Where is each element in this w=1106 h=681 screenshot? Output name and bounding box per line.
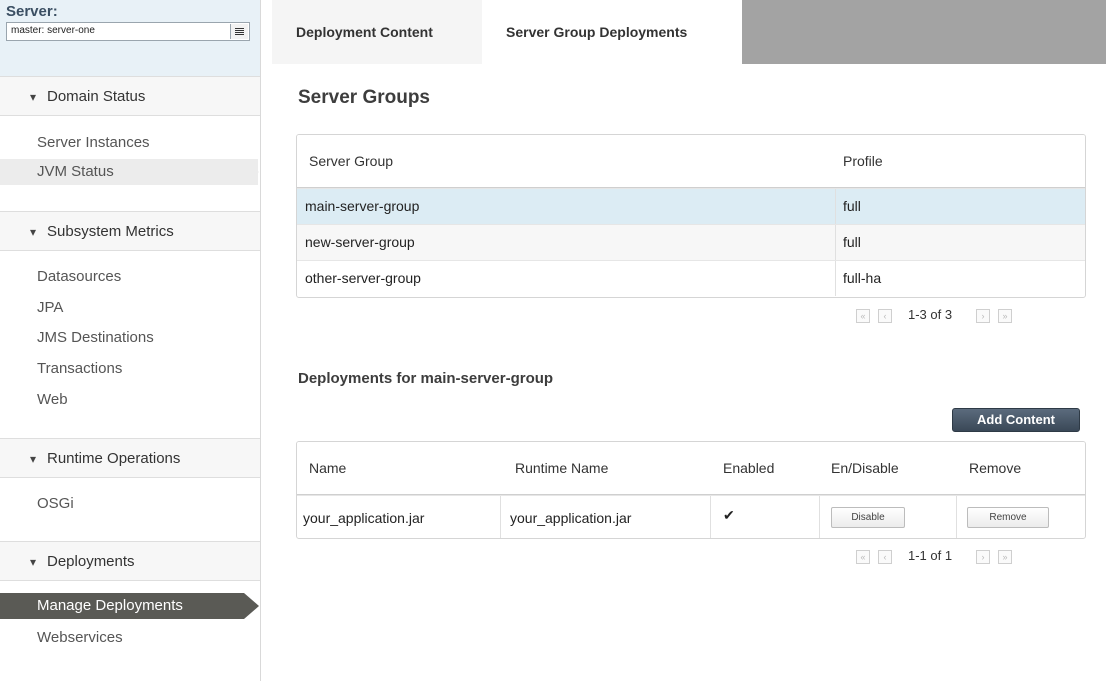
pager-text: 1-3 of 3 xyxy=(908,307,953,322)
table-row[interactable]: main-server-group full xyxy=(297,188,1085,224)
cell-profile: full xyxy=(843,234,861,250)
section-domain-status[interactable]: ▾ Domain Status xyxy=(0,76,260,116)
sidebar-item-webservices[interactable]: Webservices xyxy=(0,625,258,651)
sidebar-item-web[interactable]: Web xyxy=(0,387,258,413)
column-header-en-disable[interactable]: En/Disable xyxy=(831,460,899,476)
remove-button[interactable]: Remove xyxy=(967,507,1049,528)
selection-arrow xyxy=(244,593,259,619)
column-header-runtime-name[interactable]: Runtime Name xyxy=(515,460,608,476)
last-page-icon[interactable]: » xyxy=(998,550,1012,564)
sidebar-item-transactions[interactable]: Transactions xyxy=(0,356,258,382)
chevron-down-icon: ▾ xyxy=(30,555,37,569)
column-divider xyxy=(835,261,836,296)
add-content-button[interactable]: Add Content xyxy=(952,408,1080,432)
chevron-down-icon: ▾ xyxy=(30,452,37,466)
tab-server-group-deployments[interactable]: Server Group Deployments xyxy=(482,0,742,64)
column-header-remove[interactable]: Remove xyxy=(969,460,1021,476)
table-row[interactable]: your_application.jar your_application.ja… xyxy=(297,495,1085,538)
checkmark-icon: ✔ xyxy=(723,507,735,523)
sidebar-item-manage-deployments[interactable]: Manage Deployments xyxy=(0,593,244,619)
column-divider xyxy=(956,496,957,538)
section-runtime-operations[interactable]: ▾ Runtime Operations xyxy=(0,438,260,478)
table-header: Server Group Profile xyxy=(297,135,1085,188)
section-subsystem-metrics[interactable]: ▾ Subsystem Metrics xyxy=(0,211,260,251)
cell-runtime-name: your_application.jar xyxy=(510,510,632,526)
section-title: Runtime Operations xyxy=(47,450,181,467)
page-title: Server Groups xyxy=(298,87,430,108)
cell-profile: full xyxy=(843,198,861,214)
column-header-profile[interactable]: Profile xyxy=(843,153,883,169)
deployments-pager: « ‹ 1-1 of 1 › » xyxy=(856,548,1056,566)
server-groups-table: Server Group Profile main-server-group f… xyxy=(296,134,1086,298)
prev-page-icon[interactable]: ‹ xyxy=(878,309,892,323)
sidebar-item-server-instances[interactable]: Server Instances xyxy=(0,130,258,156)
section-title: Domain Status xyxy=(47,88,146,105)
column-divider xyxy=(710,496,711,538)
tab-deployment-content[interactable]: Deployment Content xyxy=(272,0,482,64)
column-divider xyxy=(835,225,836,260)
chevron-down-icon: ▾ xyxy=(30,90,37,104)
server-groups-pager: « ‹ 1-3 of 3 › » xyxy=(856,307,1056,325)
first-page-icon[interactable]: « xyxy=(856,550,870,564)
first-page-icon[interactable]: « xyxy=(856,309,870,323)
column-header-enabled[interactable]: Enabled xyxy=(723,460,774,476)
column-divider xyxy=(500,496,501,538)
prev-page-icon[interactable]: ‹ xyxy=(878,550,892,564)
pager-text: 1-1 of 1 xyxy=(908,548,953,563)
server-label: Server: xyxy=(6,3,58,20)
cell-server-group: other-server-group xyxy=(305,270,421,286)
column-divider xyxy=(835,189,836,224)
next-page-icon[interactable]: › xyxy=(976,309,990,323)
tab-bar: Deployment Content Server Group Deployme… xyxy=(272,0,1106,64)
section-title: Deployments xyxy=(47,553,135,570)
sidebar: Server: master: server-one ▾ Domain Stat… xyxy=(0,0,261,681)
column-header-name[interactable]: Name xyxy=(309,460,346,476)
column-header-server-group[interactable]: Server Group xyxy=(309,153,393,169)
next-page-icon[interactable]: › xyxy=(976,550,990,564)
server-select[interactable]: master: server-one xyxy=(6,22,250,41)
deployments-table: Name Runtime Name Enabled En/Disable Rem… xyxy=(296,441,1086,539)
sidebar-item-datasources[interactable]: Datasources xyxy=(0,264,258,290)
column-divider xyxy=(819,496,820,538)
cell-server-group: main-server-group xyxy=(305,198,420,214)
table-row[interactable]: other-server-group full-ha xyxy=(297,260,1085,296)
cell-server-group: new-server-group xyxy=(305,234,415,250)
table-row[interactable]: new-server-group full xyxy=(297,224,1085,260)
server-select-value: master: server-one xyxy=(11,25,95,36)
server-selector-panel: Server: master: server-one xyxy=(0,0,260,77)
list-icon[interactable] xyxy=(230,24,248,39)
sidebar-item-jvm-status[interactable]: JVM Status xyxy=(0,159,258,185)
selection-arrow xyxy=(244,159,259,185)
chevron-down-icon: ▾ xyxy=(30,225,37,239)
section-deployments[interactable]: ▾ Deployments xyxy=(0,541,260,581)
table-header: Name Runtime Name Enabled En/Disable Rem… xyxy=(297,442,1085,495)
cell-profile: full-ha xyxy=(843,270,882,286)
last-page-icon[interactable]: » xyxy=(998,309,1012,323)
sidebar-item-jpa[interactable]: JPA xyxy=(0,295,258,321)
sidebar-item-jms-destinations[interactable]: JMS Destinations xyxy=(0,325,258,351)
deployments-title: Deployments for main-server-group xyxy=(298,370,554,387)
section-title: Subsystem Metrics xyxy=(47,223,174,240)
sidebar-item-osgi[interactable]: OSGi xyxy=(0,491,258,517)
disable-button[interactable]: Disable xyxy=(831,507,905,528)
cell-name: your_application.jar xyxy=(303,510,425,526)
